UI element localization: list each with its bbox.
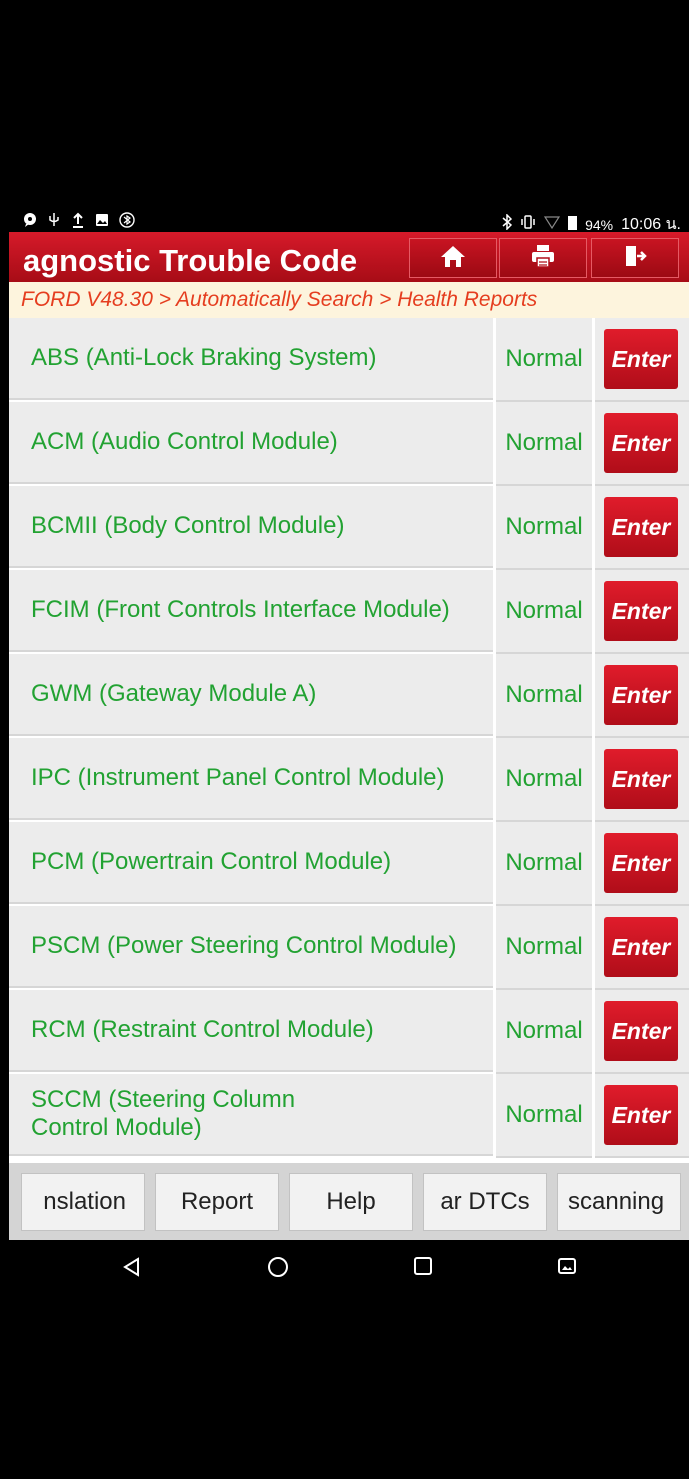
module-name: FCIM (Front Controls Interface Module) (9, 570, 493, 652)
exit-icon (623, 244, 647, 273)
enter-button[interactable]: Enter (604, 1085, 678, 1145)
list-item: IPC (Instrument Panel Control Module) No… (9, 738, 689, 822)
module-status: Normal (496, 822, 592, 906)
list-item: PCM (Powertrain Control Module) Normal E… (9, 822, 689, 906)
translation-button[interactable]: nslation (21, 1173, 145, 1231)
list-item: GWM (Gateway Module A) Normal Enter (9, 654, 689, 738)
home-button[interactable] (409, 238, 497, 278)
usb-icon (47, 212, 61, 233)
list-item: ABS (Anti-Lock Braking System) Normal En… (9, 318, 689, 402)
android-nav-bar (9, 1240, 689, 1300)
help-button[interactable]: Help (289, 1173, 413, 1231)
enter-button[interactable]: Enter (604, 665, 678, 725)
enter-button[interactable]: Enter (604, 581, 678, 641)
module-name: PSCM (Power Steering Control Module) (9, 906, 493, 988)
module-name: ACM (Audio Control Module) (9, 402, 493, 484)
app-header: agnostic Trouble Code (9, 232, 689, 282)
module-name: BCMII (Body Control Module) (9, 486, 493, 568)
module-status: Normal (496, 906, 592, 990)
list-item: RCM (Restraint Control Module) Normal En… (9, 990, 689, 1074)
chat-icon (23, 213, 37, 232)
bluetooth-circle-icon (119, 212, 135, 233)
list-item: ACM (Audio Control Module) Normal Enter (9, 402, 689, 486)
module-name: SCCM (Steering Column Control Module) (9, 1074, 493, 1156)
list-item: BCMII (Body Control Module) Normal Enter (9, 486, 689, 570)
module-name: GWM (Gateway Module A) (9, 654, 493, 736)
list-item: SCCM (Steering Column Control Module) No… (9, 1074, 689, 1158)
enter-button[interactable]: Enter (604, 1001, 678, 1061)
module-list: ABS (Anti-Lock Braking System) Normal En… (9, 318, 689, 1170)
enter-button[interactable]: Enter (604, 413, 678, 473)
module-status: Normal (496, 1074, 592, 1158)
module-status: Normal (496, 402, 592, 486)
battery-level: 94% (585, 216, 614, 233)
module-status: Normal (496, 570, 592, 654)
enter-button[interactable]: Enter (604, 497, 678, 557)
breadcrumb: FORD V48.30 > Automatically Search > Hea… (9, 282, 689, 318)
back-icon[interactable] (121, 1256, 143, 1283)
module-name: ABS (Anti-Lock Braking System) (9, 318, 493, 400)
clear-dtcs-button[interactable]: ar DTCs (423, 1173, 547, 1231)
exit-button[interactable] (591, 238, 679, 278)
recents-icon[interactable] (413, 1256, 433, 1281)
module-status: Normal (496, 738, 592, 822)
bottom-toolbar: nslation Report Help ar DTCs scanning (9, 1163, 689, 1240)
home-nav-icon[interactable] (267, 1256, 289, 1283)
list-item: FCIM (Front Controls Interface Module) N… (9, 570, 689, 654)
screenshot-icon[interactable] (557, 1256, 577, 1281)
app-screen: 94% 10:06 น. agnostic Trouble Code FORD … (9, 10, 689, 1479)
module-status: Normal (496, 654, 592, 738)
rescanning-button[interactable]: scanning (557, 1173, 681, 1231)
home-icon (440, 244, 466, 273)
module-status: Normal (496, 318, 592, 402)
image-icon (95, 213, 109, 232)
module-name: PCM (Powertrain Control Module) (9, 822, 493, 904)
enter-button[interactable]: Enter (604, 329, 678, 389)
module-status: Normal (496, 486, 592, 570)
upload-icon (71, 212, 85, 233)
enter-button[interactable]: Enter (604, 917, 678, 977)
enter-button[interactable]: Enter (604, 749, 678, 809)
print-icon (530, 243, 556, 274)
report-button[interactable]: Report (155, 1173, 279, 1231)
print-button[interactable] (499, 238, 587, 278)
module-name: RCM (Restraint Control Module) (9, 990, 493, 1072)
enter-button[interactable]: Enter (604, 833, 678, 893)
list-item: PSCM (Power Steering Control Module) Nor… (9, 906, 689, 990)
module-status: Normal (496, 990, 592, 1074)
module-name: IPC (Instrument Panel Control Module) (9, 738, 493, 820)
page-title: agnostic Trouble Code (23, 243, 358, 278)
